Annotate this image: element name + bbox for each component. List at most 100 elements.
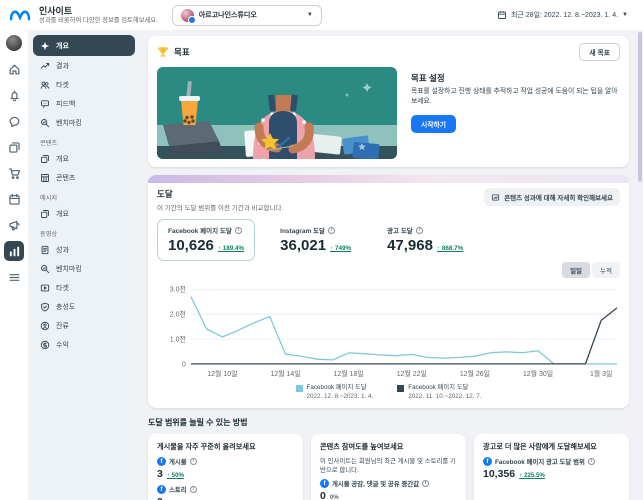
get-started-button[interactable]: 시작하기 [411, 115, 456, 133]
legend-item: Facebook 페이지 도달2022. 12. 8.~2023. 1. 4. [296, 383, 374, 402]
rail-item-home[interactable] [4, 59, 24, 79]
metric-value-row: 0 0% [320, 490, 457, 500]
rail-item-inbox[interactable] [4, 111, 24, 131]
benchmark-icon [40, 264, 50, 274]
legend-text: Facebook 페이지 도달2022. 12. 8.~2023. 1. 4. [307, 383, 374, 402]
svg-text:12월 22일: 12월 22일 [397, 369, 427, 378]
svg-text:12월 18일: 12월 18일 [334, 369, 364, 378]
page-subtitle: 성과를 비롯하여 다양한 정보를 검토해보세요. [39, 17, 158, 24]
sidebar-item-label: 콘텐츠 [56, 173, 75, 183]
pages-icon [40, 154, 50, 164]
sidebar-item-label: 개요 [56, 41, 69, 51]
sidebar-item-audience[interactable]: 타겟 [33, 75, 135, 94]
insights-sidebar: 개요결과타겟피드백벤치마킹콘텐츠개요콘텐츠메시지개요동영상성과벤치마킹타겟충성도… [28, 30, 140, 500]
sidebar-item-video-performance[interactable]: 성과 [33, 240, 135, 259]
rail-item-posts[interactable] [4, 137, 24, 157]
toggle-daily[interactable]: 일일 [562, 262, 590, 278]
rail-item-all-tools[interactable] [4, 267, 24, 287]
sidebar-item-label: 벤치마킹 [56, 118, 82, 128]
metric-change: ↑ 868.7% [437, 245, 463, 252]
facebook-icon: f [157, 457, 166, 466]
shield-icon [40, 302, 50, 312]
home-icon [8, 63, 21, 76]
toggle-cumulative[interactable]: 누적 [592, 262, 620, 278]
feedback-icon [40, 99, 50, 109]
metric-label: 광고 도달 [387, 225, 413, 235]
reach-title-block: 도달 이 기간의 도달 범위를 이전 기간과 비교합니다. [157, 188, 283, 212]
tip-card-title: 콘텐츠 참여도를 높여보세요 [320, 442, 457, 452]
star-icon [40, 41, 50, 51]
tab-facebook-page-reach[interactable]: Facebook 페이지 도달 i 10,626 ↑ 189.4% [157, 219, 255, 261]
sidebar-item-video-benchmarking[interactable]: 벤치마킹 [33, 259, 135, 278]
sidebar-item-earnings[interactable]: 수익 [33, 335, 135, 354]
reach-metric-tabs: Facebook 페이지 도달 i 10,626 ↑ 189.4% Instag… [157, 219, 620, 261]
tip-card-title: 게시물을 자주 꾸준히 올려보세요 [157, 442, 294, 452]
sidebar-item-label: 피드백 [56, 99, 75, 109]
info-icon[interactable]: i [328, 227, 335, 234]
info-icon[interactable]: i [416, 227, 423, 234]
sidebar-item-label: 결과 [56, 61, 69, 71]
dollar-icon [40, 340, 50, 350]
rail-item-planner[interactable] [4, 189, 24, 209]
metric-value: 10,356 [483, 468, 515, 480]
metric-value: 10,626 [168, 237, 214, 254]
reach-title: 도달 [157, 188, 283, 200]
page-avatar [181, 9, 194, 22]
reach-card: 도달 이 기간의 도달 범위를 이전 기간과 비교합니다. 콘텐츠 성과에 대해… [148, 175, 629, 408]
tips-row: 게시물을 자주 꾸준히 올려보세요 f 게시물 i 3 ↑ 50% f 스토리 … [148, 434, 629, 500]
gradient-banner [148, 175, 629, 183]
info-icon[interactable]: i [190, 458, 197, 465]
scrollbar-track[interactable] [637, 30, 643, 500]
sidebar-item-messages-overview[interactable]: 개요 [33, 204, 135, 223]
date-range-label: 최근 28일: 2022. 12. 8.~2023. 1. 4. [511, 10, 618, 20]
date-range-selector[interactable]: 최근 28일: 2022. 12. 8.~2023. 1. 4. ▼ [491, 9, 634, 21]
sidebar-item-benchmarking[interactable]: 벤치마킹 [33, 113, 135, 132]
legend-item: Facebook 페이지 도달2022. 11. 10.~2022. 12. 7… [397, 383, 481, 402]
scrollbar-thumb[interactable] [638, 32, 642, 182]
metric-value-row: 0 0% [157, 496, 294, 500]
content-performance-button[interactable]: 콘텐츠 성과에 대해 자세히 확인해보세요 [484, 188, 620, 206]
user-avatar[interactable] [6, 35, 22, 51]
metric-change: ↑ 50% [167, 472, 184, 479]
meta-logo[interactable] [9, 8, 31, 23]
facebook-icon: f [157, 485, 166, 494]
sidebar-item-video-audience[interactable]: 타겟 [33, 278, 135, 297]
info-icon[interactable]: i [422, 480, 429, 487]
rail-item-ads[interactable] [4, 215, 24, 235]
info-icon[interactable]: i [588, 458, 595, 465]
sidebar-item-feedback[interactable]: 피드백 [33, 94, 135, 113]
reach-inner: 도달 이 기간의 도달 범위를 이전 기간과 비교합니다. 콘텐츠 성과에 대해… [148, 183, 629, 408]
main-content: 목표 새 목표 [140, 30, 637, 500]
sidebar-item-overview[interactable]: 개요 [33, 35, 135, 56]
info-icon[interactable]: i [190, 486, 197, 493]
sidebar-item-results[interactable]: 결과 [33, 56, 135, 75]
chevron-down-icon: ▼ [307, 12, 313, 18]
sidebar-section-content-header: 콘텐츠 [40, 138, 135, 147]
doc-icon [40, 245, 50, 255]
app-rail [0, 30, 28, 500]
info-icon[interactable]: i [235, 227, 242, 234]
metric-change: ↑ 225.5% [519, 472, 545, 479]
rail-item-notifications[interactable] [4, 85, 24, 105]
picture-icon [491, 193, 500, 202]
rail-item-commerce[interactable] [4, 163, 24, 183]
sidebar-item-loyalty[interactable]: 충성도 [33, 297, 135, 316]
tab-instagram-reach[interactable]: Instagram 도달 i 36,021 ↑ 749% [269, 219, 362, 261]
sidebar-item-label: 잔류 [56, 321, 69, 331]
sidebar-item-content[interactable]: 콘텐츠 [33, 168, 135, 187]
metric-label: Instagram 도달 [280, 225, 325, 235]
sidebar-item-retention[interactable]: 잔류 [33, 316, 135, 335]
new-goal-button[interactable]: 새 목표 [579, 43, 620, 61]
metric-value: 0 [320, 490, 326, 500]
rail-item-insights[interactable] [4, 241, 24, 261]
page-title-block: 인사이트 성과를 비롯하여 다양한 정보를 검토해보세요. [39, 6, 158, 24]
cart-icon [8, 167, 21, 180]
sidebar-item-content-overview[interactable]: 개요 [33, 149, 135, 168]
metric-row: f Facebook 페이지 광고 도달 범위 i [483, 457, 620, 466]
chevron-down-icon: ▼ [622, 12, 628, 18]
metric-value-row: 3 ↑ 50% [157, 468, 294, 480]
goals-card-title: 목표 설정 [411, 72, 620, 84]
page-selector-dropdown[interactable]: 아르고나인스튜디오 ▼ [172, 5, 322, 26]
tab-ads-reach[interactable]: 광고 도달 i 47,968 ↑ 868.7% [376, 219, 474, 261]
metric-row: f 스토리 i [157, 485, 294, 494]
